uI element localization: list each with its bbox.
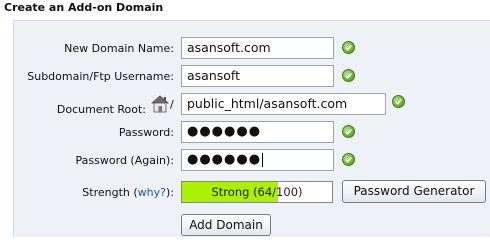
password-label: Password: (118, 126, 174, 139)
password-strength-meter: Strong (64/100) (181, 181, 333, 203)
new-domain-label: New Domain Name: (64, 42, 174, 55)
document-root-prefix: / (170, 98, 174, 111)
new-domain-input[interactable]: asansoft.com (181, 37, 334, 59)
password-generator-button[interactable]: Password Generator (342, 180, 486, 203)
check-circle-icon (342, 153, 355, 166)
home-icon (150, 95, 170, 113)
text-caret (262, 152, 264, 167)
password-input[interactable]: ●●●●●● (181, 121, 334, 143)
strength-label-suffix: ): (166, 186, 174, 199)
page-title: Create an Add-on Domain (4, 1, 164, 14)
strength-label-prefix: Strength ( (82, 186, 138, 199)
subdomain-input[interactable]: asansoft (181, 65, 334, 87)
strength-label: Strength (why?): (20, 186, 174, 199)
password-again-label: Password (Again): (75, 154, 174, 167)
password-again-value: ●●●●●● (187, 152, 262, 167)
add-domain-button[interactable]: Add Domain (181, 214, 271, 236)
check-circle-icon (392, 95, 405, 108)
strength-meter-text: Strong (64/100) (211, 185, 303, 199)
document-root-input[interactable]: public_html/asansoft.com (181, 93, 386, 115)
subdomain-label: Subdomain/Ftp Username: (27, 70, 174, 83)
document-root-label: Document Root: (56, 103, 146, 116)
why-link[interactable]: why? (138, 186, 166, 199)
check-circle-icon (342, 125, 355, 138)
password-again-input[interactable]: ●●●●●● (181, 149, 334, 171)
check-circle-icon (342, 69, 355, 82)
check-circle-icon (342, 41, 355, 54)
